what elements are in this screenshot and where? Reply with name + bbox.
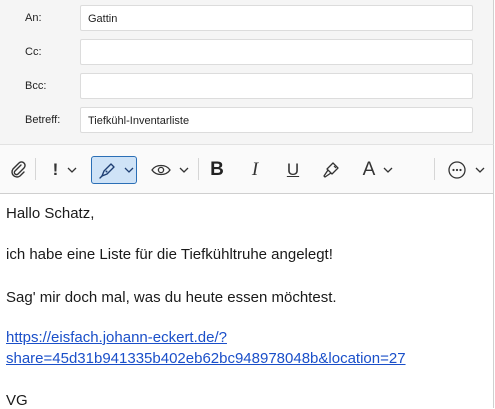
to-field[interactable]: Gattin [80, 5, 473, 31]
italic-icon: I [251, 159, 259, 180]
importance-button[interactable]: ! [45, 157, 85, 183]
cc-label: Cc: [25, 46, 42, 58]
font-color-button[interactable]: A [358, 157, 398, 183]
font-color-icon: A [362, 159, 376, 180]
share-link-continued[interactable]: share=45d31b941335b402eb62bc948978048b&l… [6, 350, 406, 367]
chevron-down-icon [124, 167, 134, 173]
greeting-text: Hallo Schatz, [6, 205, 95, 222]
to-row: An: Gattin [0, 5, 493, 33]
format-painter-button[interactable] [319, 157, 343, 183]
underline-icon: U [286, 160, 300, 179]
pen-icon [99, 163, 115, 179]
underline-button[interactable]: U [282, 157, 304, 183]
bcc-label: Bcc: [25, 80, 47, 92]
window-border [493, 192, 494, 408]
message-line: ich habe eine Liste für die Tiefkühltruh… [6, 246, 333, 263]
chevron-down-icon [383, 167, 393, 173]
compose-header: An: Gattin Cc: Bcc: Betreff: Tiefkühl-In… [0, 0, 494, 144]
chevron-down-icon [67, 167, 77, 173]
share-link[interactable]: https://eisfach.johann-eckert.de/? [6, 329, 227, 346]
toolbar-divider [198, 158, 199, 180]
more-icon [448, 161, 466, 179]
eye-icon [151, 164, 171, 176]
subject-field[interactable]: Tiefkühl-Inventarliste [80, 107, 473, 133]
paperclip-icon [11, 161, 26, 178]
formatting-toolbar: ! B I U A [0, 144, 494, 194]
paintbrush-icon [323, 162, 339, 178]
subject-row: Betreff: Tiefkühl-Inventarliste [0, 107, 493, 135]
view-options-button[interactable] [150, 157, 190, 183]
chevron-down-icon [475, 167, 485, 173]
cc-field[interactable] [80, 39, 473, 65]
subject-label: Betreff: [25, 114, 61, 126]
bcc-field[interactable] [80, 73, 473, 99]
exclamation-icon: ! [52, 160, 59, 179]
cc-row: Cc: [0, 39, 493, 67]
signoff-text: VG [6, 392, 28, 409]
attach-button[interactable] [7, 157, 29, 183]
message-line: Sag' mir doch mal, was du heute essen mö… [6, 289, 337, 306]
signature-button-content [96, 157, 136, 183]
to-label: An: [25, 12, 42, 24]
bold-icon: B [210, 159, 224, 180]
more-options-button[interactable] [444, 157, 488, 183]
toolbar-divider [35, 158, 36, 180]
toolbar-divider [434, 158, 435, 180]
bcc-row: Bcc: [0, 73, 493, 101]
chevron-down-icon [179, 167, 189, 173]
italic-button[interactable]: I [244, 157, 266, 183]
bold-button[interactable]: B [206, 157, 228, 183]
